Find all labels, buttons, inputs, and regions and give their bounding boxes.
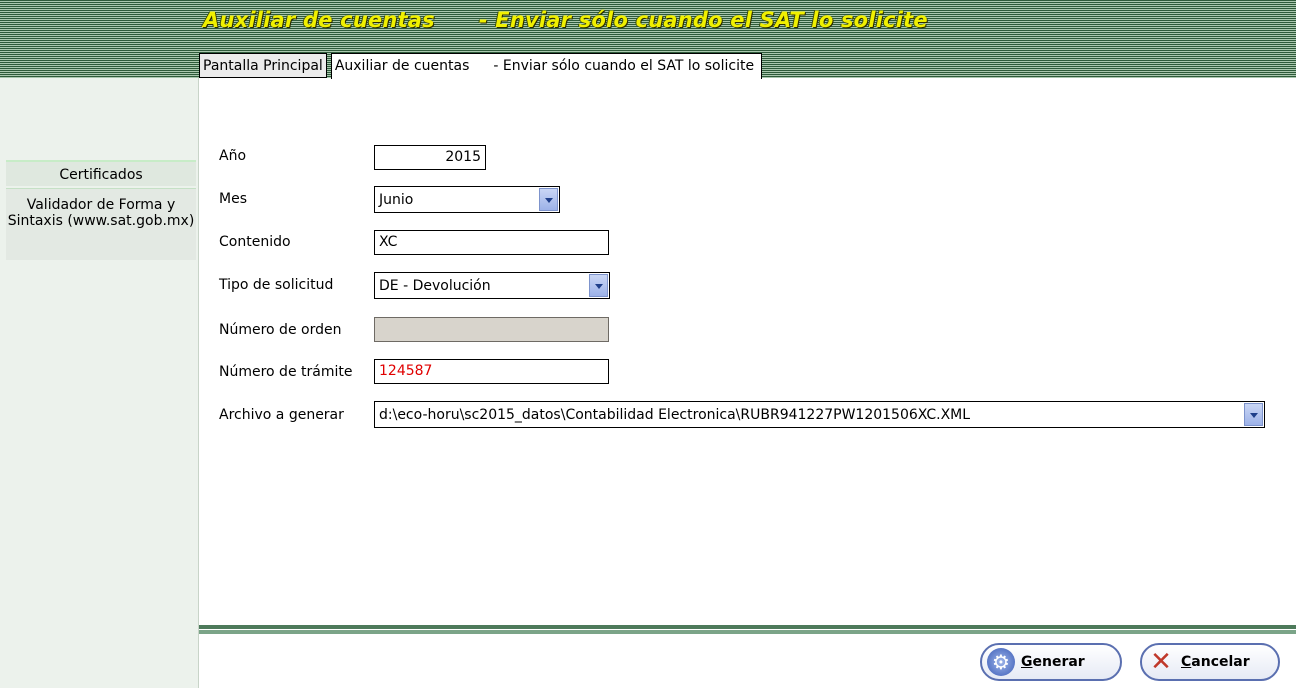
header-band: Auxiliar de cuentas - Enviar sólo cuando …: [0, 0, 1296, 79]
cancelar-button[interactable]: ✕ Cancelar: [1140, 643, 1280, 681]
label-numero-tramite: Número de trámite: [219, 364, 353, 380]
tab-bar: Pantalla Principal Auxiliar de cuentas -…: [199, 53, 763, 79]
cancelar-label: Cancelar: [1181, 654, 1250, 670]
gear-icon: ⚙: [987, 648, 1015, 676]
footer-separator-light: [199, 630, 1296, 634]
archivo-select[interactable]: d:\eco-horu\sc2015_datos\Contabilidad El…: [374, 401, 1265, 428]
tipo-solicitud-select[interactable]: DE - Devolución: [374, 272, 610, 299]
label-anio: Año: [219, 148, 247, 164]
label-mes: Mes: [219, 191, 247, 207]
label-numero-orden: Número de orden: [219, 322, 342, 338]
window-title: Auxiliar de cuentas - Enviar sólo cuando …: [203, 8, 928, 38]
archivo-dropdown-button[interactable]: [1244, 403, 1263, 426]
generar-label: Generar: [1021, 654, 1085, 670]
mes-select[interactable]: Junio: [374, 186, 560, 213]
generar-button[interactable]: ⚙ Generar: [980, 643, 1122, 681]
tipo-dropdown-button[interactable]: [589, 274, 608, 297]
title-left: Auxiliar de cuentas: [203, 8, 435, 32]
tab-label-note: - Enviar sólo cuando el SAT lo solicite: [493, 58, 755, 74]
tab-pantalla-principal[interactable]: Pantalla Principal: [199, 53, 327, 78]
title-right: - Enviar sólo cuando el SAT lo solicite: [478, 8, 928, 32]
label-contenido: Contenido: [219, 234, 291, 250]
numero-orden-field: [374, 317, 609, 342]
close-icon: ✕: [1150, 647, 1172, 677]
numero-tramite-field[interactable]: 124587: [374, 359, 609, 384]
chevron-down-icon: [595, 284, 603, 289]
archivo-value: d:\eco-horu\sc2015_datos\Contabilidad El…: [379, 407, 971, 423]
sidebar-item-certificados[interactable]: Certificados: [6, 160, 196, 186]
tab-label: Auxiliar de cuentas: [334, 58, 470, 74]
mes-value: Junio: [379, 192, 414, 208]
mes-dropdown-button[interactable]: [539, 188, 558, 211]
chevron-down-icon: [1250, 413, 1258, 418]
label-archivo-generar: Archivo a generar: [219, 407, 344, 423]
contenido-field[interactable]: XC: [374, 230, 609, 255]
sidebar-item-validador[interactable]: Validador de Forma y Sintaxis (www.sat.g…: [6, 188, 196, 260]
chevron-down-icon: [545, 198, 553, 203]
footer-separator: [199, 625, 1296, 629]
anio-field[interactable]: 2015: [374, 145, 486, 170]
label-tipo-solicitud: Tipo de solicitud: [219, 277, 334, 293]
tipo-solicitud-value: DE - Devolución: [379, 278, 491, 294]
sidebar: Certificados Validador de Forma y Sintax…: [0, 78, 199, 688]
tab-auxiliar-de-cuentas[interactable]: Auxiliar de cuentas - Enviar sólo cuando…: [330, 53, 763, 79]
